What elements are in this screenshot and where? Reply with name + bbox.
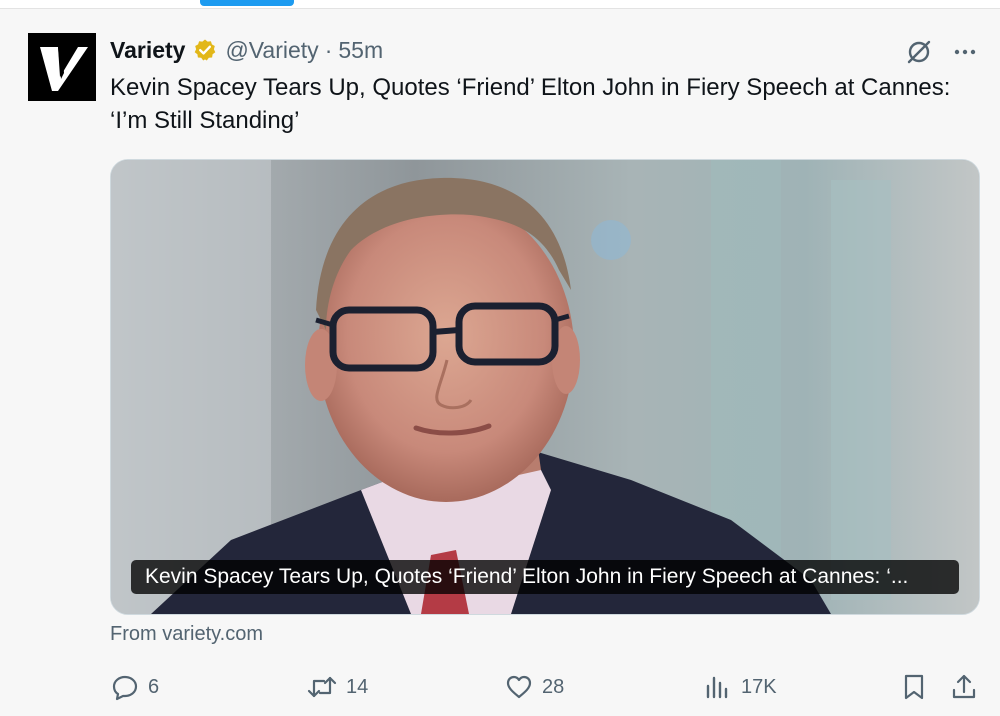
verified-badge-icon[interactable] <box>193 38 217 62</box>
retweet-button[interactable]: 14 <box>306 669 368 705</box>
like-count: 28 <box>542 675 565 698</box>
reply-count: 6 <box>148 675 160 698</box>
more-icon[interactable] <box>950 37 980 67</box>
handle[interactable]: @Variety <box>225 37 318 64</box>
tweet-header: Variety @Variety · 55m <box>110 35 383 65</box>
bookmark-icon <box>904 674 924 700</box>
avatar[interactable] <box>28 33 96 101</box>
variety-logo-icon <box>28 33 96 101</box>
card-source[interactable]: From variety.com <box>110 623 263 646</box>
views-icon <box>706 676 728 699</box>
share-icon <box>952 674 976 699</box>
top-bar <box>0 0 1000 9</box>
reply-icon <box>112 675 138 701</box>
grok-icon[interactable] <box>904 37 934 67</box>
active-tab-indicator <box>200 0 294 6</box>
retweet-count: 14 <box>346 675 369 698</box>
card-caption: Kevin Spacey Tears Up, Quotes ‘Friend’ E… <box>131 560 959 594</box>
view-count: 17K <box>741 675 777 698</box>
article-photo <box>111 160 979 614</box>
action-bar: 6 14 28 17K <box>0 669 1000 705</box>
display-name[interactable]: Variety <box>110 37 185 64</box>
link-card[interactable]: Kevin Spacey Tears Up, Quotes ‘Friend’ E… <box>110 159 980 615</box>
tweet[interactable]: Variety @Variety · 55m Kevin Spacey Tear… <box>0 9 1000 716</box>
share-button[interactable] <box>950 669 986 705</box>
heart-icon <box>506 675 532 699</box>
bookmark-button[interactable] <box>900 669 936 705</box>
views-button[interactable]: 17K <box>703 669 777 705</box>
separator: · <box>324 36 333 63</box>
timestamp[interactable]: 55m <box>338 37 383 64</box>
like-button[interactable]: 28 <box>504 669 564 705</box>
retweet-icon <box>307 676 337 698</box>
tweet-text: Kevin Spacey Tears Up, Quotes ‘Friend’ E… <box>110 74 951 134</box>
reply-button[interactable]: 6 <box>110 669 159 705</box>
